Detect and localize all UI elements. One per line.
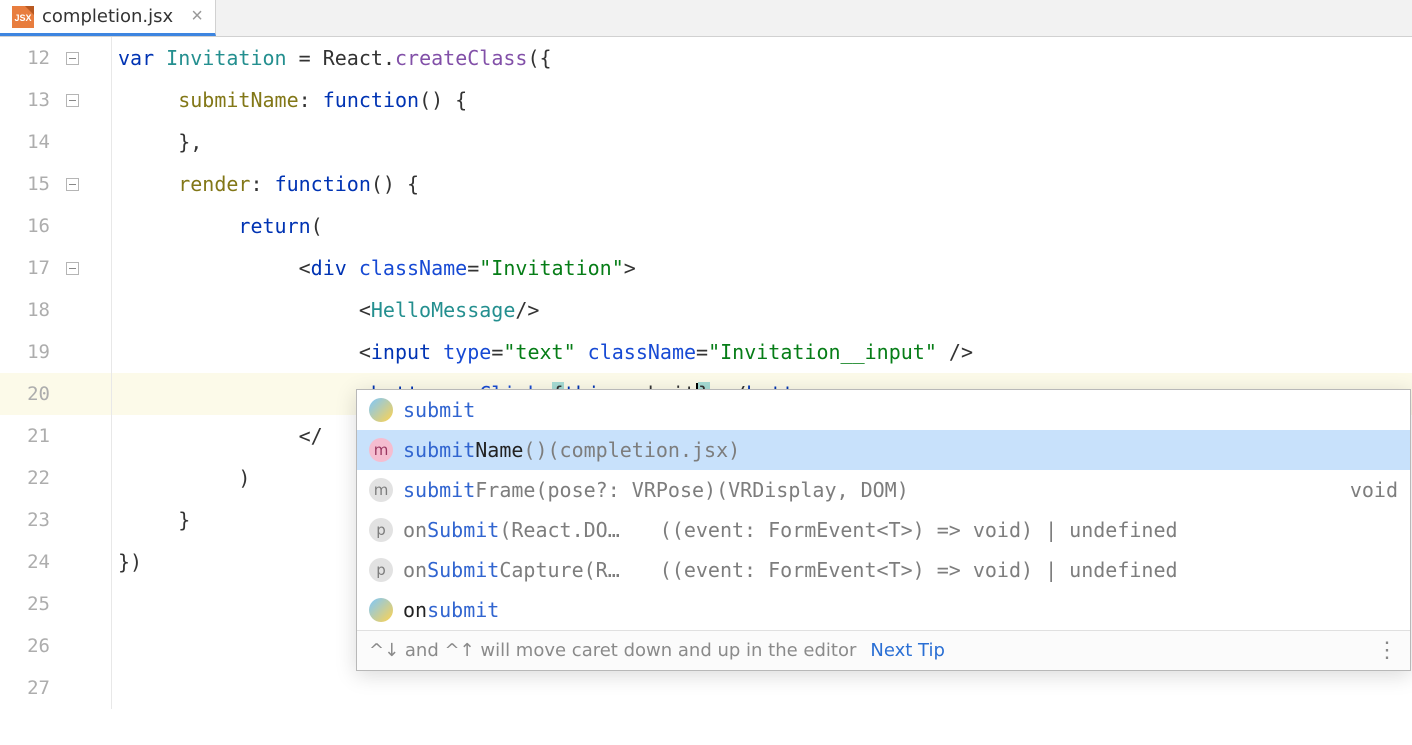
symbol-icon: [369, 598, 393, 622]
line-number: 13: [0, 79, 60, 121]
line-number: 17: [0, 247, 60, 289]
completion-item[interactable]: submit: [357, 390, 1410, 430]
code-line[interactable]: render: function() {: [112, 163, 1412, 205]
completion-item[interactable]: p onSubmit (React.DO… ((event: FormEvent…: [357, 510, 1410, 550]
method-icon: m: [369, 478, 393, 502]
jsx-file-icon: JSX: [12, 6, 34, 28]
line-number: 23: [0, 499, 60, 541]
line-number: 26: [0, 625, 60, 667]
line-number: 22: [0, 457, 60, 499]
property-icon: p: [369, 558, 393, 582]
fold-minus-icon[interactable]: [66, 178, 79, 191]
line-number: 25: [0, 583, 60, 625]
fold-gutter[interactable]: [60, 667, 112, 709]
fold-gutter[interactable]: [60, 163, 112, 205]
line-number: 27: [0, 667, 60, 709]
fold-gutter[interactable]: [60, 457, 112, 499]
fold-gutter[interactable]: [60, 499, 112, 541]
fold-gutter[interactable]: [60, 37, 112, 79]
fold-gutter[interactable]: [60, 625, 112, 667]
line-number: 16: [0, 205, 60, 247]
fold-gutter[interactable]: [60, 583, 112, 625]
line-number: 21: [0, 415, 60, 457]
next-tip-link[interactable]: Next Tip: [870, 640, 945, 661]
code-line[interactable]: submitName: function() {: [112, 79, 1412, 121]
fold-minus-icon[interactable]: [66, 262, 79, 275]
line-number: 19: [0, 331, 60, 373]
fold-gutter[interactable]: [60, 247, 112, 289]
editor[interactable]: 12 var Invitation = React.createClass({ …: [0, 37, 1412, 745]
close-icon[interactable]: ×: [191, 5, 203, 28]
fold-gutter[interactable]: [60, 415, 112, 457]
line-number: 14: [0, 121, 60, 163]
fold-gutter[interactable]: [60, 289, 112, 331]
code-line[interactable]: return(: [112, 205, 1412, 247]
fold-gutter[interactable]: [60, 541, 112, 583]
footer-hint: ^↓ and ^↑ will move caret down and up in…: [369, 640, 856, 661]
property-icon: p: [369, 518, 393, 542]
completion-item[interactable]: m submitFrame(pose?: VRPose) (VRDisplay,…: [357, 470, 1410, 510]
svg-text:JSX: JSX: [14, 13, 31, 23]
tab-completion-jsx[interactable]: JSX completion.jsx ×: [0, 0, 216, 36]
fold-gutter[interactable]: [60, 205, 112, 247]
method-icon: m: [369, 438, 393, 462]
code-line[interactable]: <HelloMessage/>: [112, 289, 1412, 331]
completion-popup: submit m submitName() (completion.jsx) m…: [356, 389, 1411, 671]
code-line[interactable]: <div className="Invitation">: [112, 247, 1412, 289]
fold-gutter[interactable]: [60, 79, 112, 121]
fold-gutter[interactable]: [60, 121, 112, 163]
kebab-icon[interactable]: ⋮: [1376, 647, 1398, 655]
code-line[interactable]: },: [112, 121, 1412, 163]
fold-minus-icon[interactable]: [66, 94, 79, 107]
fold-gutter[interactable]: [60, 373, 112, 415]
fold-gutter[interactable]: [60, 331, 112, 373]
completion-footer: ^↓ and ^↑ will move caret down and up in…: [357, 630, 1410, 670]
completion-item[interactable]: p onSubmitCapture (R… ((event: FormEvent…: [357, 550, 1410, 590]
line-number: 24: [0, 541, 60, 583]
line-number: 18: [0, 289, 60, 331]
line-number: 12: [0, 37, 60, 79]
completion-item[interactable]: onsubmit: [357, 590, 1410, 630]
tab-label: completion.jsx: [42, 6, 173, 27]
line-number: 15: [0, 163, 60, 205]
code-line[interactable]: <input type="text" className="Invitation…: [112, 331, 1412, 373]
symbol-icon: [369, 398, 393, 422]
code-line[interactable]: [112, 667, 1412, 709]
tab-bar: JSX completion.jsx ×: [0, 0, 1412, 37]
fold-minus-icon[interactable]: [66, 52, 79, 65]
completion-item[interactable]: m submitName() (completion.jsx): [357, 430, 1410, 470]
line-number: 20: [0, 373, 60, 415]
code-line[interactable]: var Invitation = React.createClass({: [112, 37, 1412, 79]
